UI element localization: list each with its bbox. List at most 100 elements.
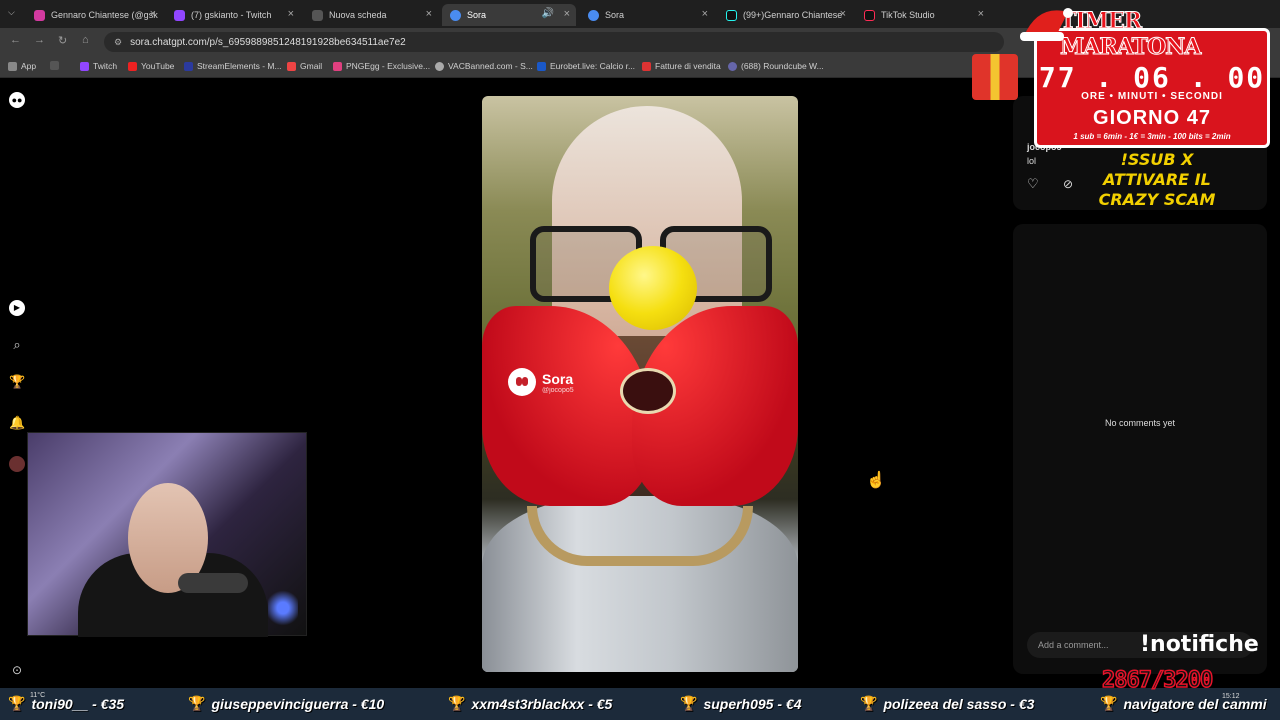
- twitch-icon: [80, 61, 89, 71]
- rgb-light: [268, 583, 298, 633]
- tab-title: Nuova scheda: [329, 10, 387, 20]
- bookmark-label: Eurobet.live: Calcio r...: [550, 61, 636, 71]
- home-icon[interactable]: ⌂: [82, 34, 89, 46]
- back-icon[interactable]: ←: [10, 34, 21, 46]
- tab-tiktok-studio[interactable]: TikTok Studio ×: [856, 4, 990, 26]
- ticker-item: 🏆 polizeea del sasso - €3: [860, 695, 1034, 712]
- tab-gennaro-tiktok[interactable]: (99+)Gennaro Chiantese ×: [718, 4, 852, 26]
- bookmark-label: PNGEgg - Exclusive...: [346, 61, 431, 71]
- bookmark-eurobet[interactable]: Eurobet.live: Calcio r...: [537, 61, 635, 71]
- timer-minutes: 06: [1133, 61, 1171, 94]
- tab-gskianto-twitch[interactable]: (7) gskianto - Twitch ×: [166, 4, 300, 26]
- roundcube-icon: [728, 61, 737, 71]
- home-feed-icon[interactable]: ▶: [9, 300, 25, 316]
- tab-title: Sora: [467, 10, 487, 20]
- bookmark-pngegg[interactable]: PNGEgg - Exclusive...: [333, 61, 430, 71]
- address-bar[interactable]: ⚙ sora.chatgpt.com/p/s_69598898512481919…: [104, 32, 1004, 52]
- ticker-text: superh095 - €4: [703, 695, 802, 712]
- trophy-icon: 🏆: [448, 695, 466, 711]
- close-tab-icon[interactable]: ×: [978, 8, 984, 20]
- timer-title: TIMER MARATONA: [1060, 8, 1202, 61]
- watermark-user: @jocopo5: [542, 386, 574, 394]
- fatture-icon: [642, 61, 651, 71]
- ticker-text: toni90__ - €35: [31, 695, 125, 712]
- bookmark-vacbanned[interactable]: VACBanned.com - S...: [435, 61, 533, 71]
- yellow-clown-nose: [609, 246, 697, 330]
- santa-hat-icon: [1020, 8, 1073, 41]
- bookmark-app[interactable]: App: [8, 61, 36, 71]
- grid-icon: [50, 61, 59, 70]
- timer-day: GIORNO 47: [1093, 107, 1211, 129]
- reload-icon[interactable]: ↻: [58, 34, 67, 47]
- like-icon[interactable]: ♡: [1027, 176, 1039, 192]
- tab-title: (99+)Gennaro Chiantese: [743, 10, 843, 20]
- video-player[interactable]: Sora @jocopo5: [482, 96, 798, 672]
- close-tab-icon[interactable]: ×: [150, 8, 156, 20]
- tab-nuova-scheda[interactable]: Nuova scheda ×: [304, 4, 438, 26]
- hand-cursor-icon: ☝: [866, 472, 886, 489]
- mouth: [620, 368, 676, 414]
- close-tab-icon[interactable]: ×: [840, 8, 846, 20]
- trophy-icon[interactable]: 🏆: [9, 374, 25, 390]
- trophy-icon: 🏆: [860, 695, 878, 711]
- speaker-icon[interactable]: 🔊: [542, 8, 554, 19]
- tab-gennaro-instagram[interactable]: Gennaro Chiantese (@gsk ×: [26, 4, 162, 26]
- ticker-item: 🏆 superh095 - €4: [680, 695, 802, 712]
- sora-logo-icon: [508, 368, 536, 396]
- armor-collar: [527, 506, 753, 566]
- no-comments-text: No comments yet: [1104, 418, 1176, 428]
- tab-title: TikTok Studio: [881, 10, 935, 20]
- ticker-item: 🏆 xxm4st3rblackxx - €5: [448, 695, 612, 712]
- bookmark-grid[interactable]: [50, 61, 63, 70]
- bookmark-label: VACBanned.com - S...: [448, 61, 533, 71]
- bookmark-roundcube[interactable]: (688) Roundcube W...: [728, 61, 824, 71]
- sora-logo-icon[interactable]: ●●: [9, 92, 25, 108]
- vacbanned-icon: [435, 61, 444, 71]
- close-tab-icon[interactable]: ×: [288, 8, 294, 20]
- trophy-icon: 🏆: [1100, 695, 1118, 711]
- tab-sora-active[interactable]: Sora 🔊 ×: [442, 4, 576, 26]
- bookmark-youtube[interactable]: YouTube: [128, 61, 174, 71]
- settings-icon[interactable]: ⊙: [9, 662, 25, 678]
- bookmark-label: YouTube: [141, 61, 175, 71]
- site-info-icon[interactable]: ⚙: [114, 37, 122, 48]
- close-tab-icon[interactable]: ×: [426, 8, 432, 20]
- forward-icon[interactable]: →: [34, 34, 45, 46]
- bookmark-fatture[interactable]: Fatture di vendita: [642, 61, 721, 71]
- comments-panel: [1013, 224, 1267, 674]
- trophy-icon: 🏆: [188, 695, 206, 711]
- apps-grid-icon: [8, 61, 17, 71]
- bookmark-label: StreamElements - M...: [197, 61, 282, 71]
- search-icon[interactable]: ⌕: [9, 337, 25, 353]
- trophy-icon: 🏆: [8, 695, 26, 711]
- bookmark-label: (688) Roundcube W...: [741, 61, 824, 71]
- close-tab-icon[interactable]: ×: [564, 8, 570, 20]
- tab-sora[interactable]: Sora ×: [580, 4, 714, 26]
- trophy-icon: 🏆: [680, 695, 698, 711]
- profile-avatar-icon[interactable]: [9, 456, 25, 472]
- watermark-brand: Sora: [542, 370, 574, 387]
- ticker-item: 🏆 navigatore del cammi: [1100, 695, 1267, 712]
- close-tab-icon[interactable]: ×: [702, 8, 708, 20]
- ticker-text: xxm4st3rblackxx - €5: [471, 695, 613, 712]
- bookmark-streamelements[interactable]: StreamElements - M...: [184, 61, 282, 71]
- sora-icon: [588, 9, 599, 21]
- sub-goal-counter: 2867/3200: [1101, 667, 1214, 694]
- bell-icon[interactable]: 🔔: [9, 415, 25, 431]
- label-hours: ORE: [1081, 91, 1106, 102]
- timer-seconds: 00: [1227, 61, 1266, 94]
- bookmark-gmail[interactable]: Gmail: [287, 61, 322, 71]
- pngegg-icon: [333, 61, 342, 71]
- bookmark-label: Twitch: [93, 61, 118, 71]
- ticker-text: polizeea del sasso - €3: [883, 695, 1035, 712]
- webcam-feed: [27, 432, 307, 637]
- bookmark-twitch[interactable]: Twitch: [80, 61, 117, 71]
- tab-title: Sora: [605, 10, 625, 20]
- tiktok-icon: [726, 9, 737, 21]
- gift-icon: [972, 54, 1018, 100]
- new-tab-icon: [312, 9, 323, 21]
- bookmark-label: Gmail: [300, 61, 323, 71]
- ticker-item: 🏆 giuseppevinciguerra - €10: [188, 695, 384, 712]
- sora-icon: [450, 9, 461, 21]
- tab-list-chevron-icon[interactable]: ⌵: [8, 7, 15, 18]
